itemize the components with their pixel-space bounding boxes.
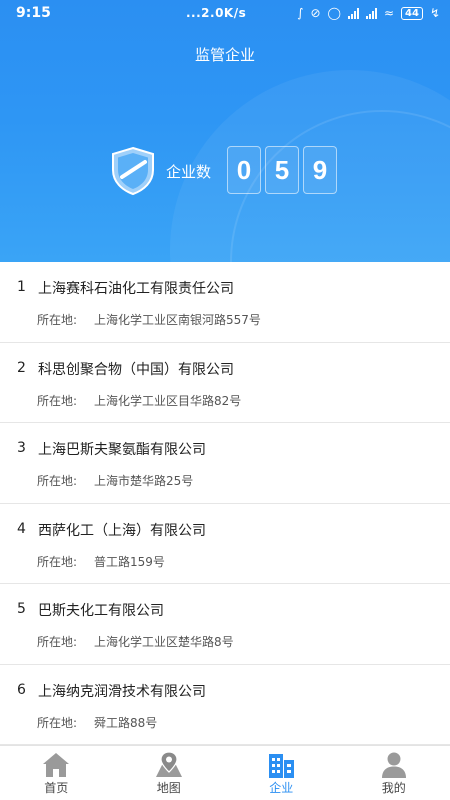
item-index: 4	[17, 520, 26, 537]
status-time: 9:15	[16, 5, 51, 21]
company-list-item[interactable]: 4 西萨化工（上海）有限公司 所在地: 普工路159号	[0, 504, 450, 584]
company-name: 巴斯夫化工有限公司	[38, 603, 164, 619]
charging-icon: ↯	[429, 6, 440, 20]
shield-icon	[112, 146, 154, 196]
status-icons: ∫ ⊘ ◯ ≈ 44 ↯	[297, 6, 440, 20]
address-label: 所在地:	[37, 715, 78, 730]
home-icon	[43, 753, 70, 777]
company-count-label: 企业数	[166, 163, 212, 181]
mute-icon: ⊘	[310, 6, 321, 20]
company-name: 西萨化工（上海）有限公司	[38, 522, 206, 539]
address-label: 所在地:	[37, 393, 78, 408]
tab-map[interactable]: 地图	[113, 746, 226, 800]
company-address: 上海化学工业区南银河路557号	[94, 313, 261, 327]
bluetooth-icon: ∫	[297, 6, 304, 20]
status-bar: 9:15 ...2.0K/s ∫ ⊘ ◯ ≈ 44 ↯	[0, 0, 450, 28]
map-icon	[155, 751, 182, 777]
header-banner	[0, 0, 450, 262]
tab-profile-label: 我的	[381, 781, 406, 795]
company-list-item[interactable]: 6 上海纳克润滑技术有限公司 所在地: 舜工路88号	[0, 665, 450, 745]
count-digit: 5	[265, 146, 299, 194]
user-icon	[381, 752, 406, 778]
item-index: 6	[17, 681, 26, 698]
tab-map-label: 地图	[156, 781, 181, 795]
company-list-item[interactable]: 3 上海巴斯夫聚氨酯有限公司 所在地: 上海市楚华路25号	[0, 423, 450, 504]
address-label: 所在地:	[37, 313, 78, 327]
tab-company[interactable]: 企业	[225, 746, 338, 800]
company-list-item[interactable]: 1 上海赛科石油化工有限责任公司 所在地: 上海化学工业区南银河路557号	[0, 262, 450, 343]
address-label: 所在地:	[37, 474, 78, 488]
tab-home-label: 首页	[44, 781, 69, 795]
tab-profile[interactable]: 我的	[338, 746, 450, 800]
tab-company-label: 企业	[269, 781, 294, 795]
battery-icon: 44	[401, 6, 423, 20]
company-list-item[interactable]: 5 巴斯夫化工有限公司 所在地: 上海化学工业区楚华路8号	[0, 584, 450, 665]
signal-icon-2	[365, 7, 377, 19]
company-address: 上海化学工业区目华路82号	[94, 393, 242, 408]
network-speed: ...2.0K/s	[186, 6, 247, 20]
item-index: 5	[17, 601, 26, 617]
company-address: 上海化学工业区楚华路8号	[94, 635, 234, 649]
count-digit: 9	[303, 146, 337, 194]
company-name: 上海纳克润滑技术有限公司	[38, 683, 206, 700]
company-list-item[interactable]: 2 科思创聚合物（中国）有限公司 所在地: 上海化学工业区目华路82号	[0, 343, 450, 423]
address-label: 所在地:	[37, 635, 78, 649]
company-address: 普工路159号	[94, 554, 165, 569]
alarm-icon: ◯	[327, 6, 341, 20]
company-name: 上海巴斯夫聚氨酯有限公司	[38, 442, 206, 458]
page-title: 监管企业	[194, 46, 255, 64]
address-label: 所在地:	[37, 554, 78, 569]
company-name: 上海赛科石油化工有限责任公司	[38, 281, 234, 297]
item-index: 1	[17, 279, 26, 295]
company-address: 上海市楚华路25号	[94, 474, 194, 488]
count-digit: 0	[227, 146, 261, 194]
company-list: 1 上海赛科石油化工有限责任公司 所在地: 上海化学工业区南银河路557号 2 …	[0, 262, 450, 745]
company-address: 舜工路88号	[94, 715, 158, 730]
wifi-icon: ≈	[383, 6, 395, 20]
company-icon	[269, 754, 295, 778]
item-index: 3	[17, 440, 26, 456]
tab-home[interactable]: 首页	[0, 746, 113, 800]
company-name: 科思创聚合物（中国）有限公司	[38, 361, 234, 378]
signal-icon	[347, 7, 359, 19]
item-index: 2	[17, 359, 26, 376]
bottom-tab-bar: 首页 地图 企业 我的	[0, 745, 450, 800]
